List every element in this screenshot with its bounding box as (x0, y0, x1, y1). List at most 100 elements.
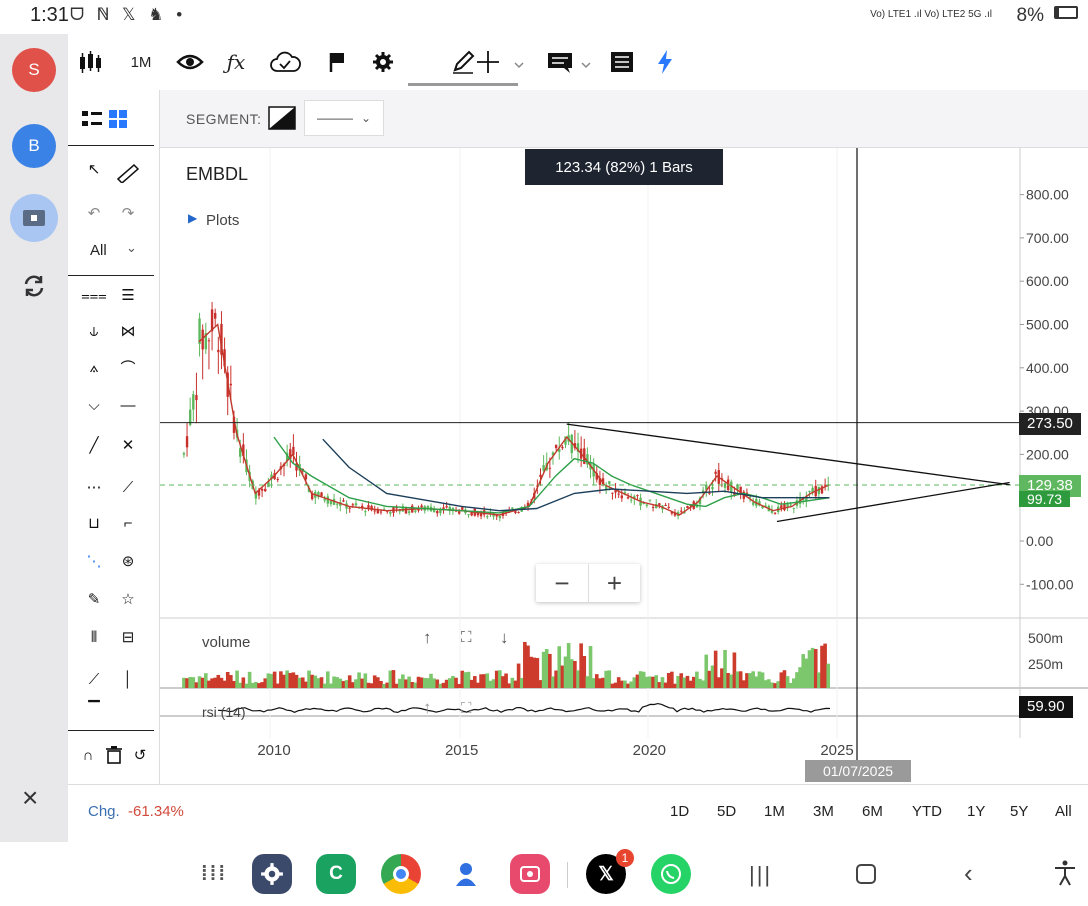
chart-area[interactable]: 800.00 700.00 600.00 500.00 400.00 300.00 200.… (160, 148, 1088, 784)
range-all[interactable]: All (1055, 803, 1072, 820)
horizontal-line-icon[interactable]: — (114, 392, 142, 418)
bars-pattern-icon[interactable]: ⦀ (80, 624, 108, 650)
flag-icon[interactable] (322, 44, 352, 80)
zoom-in-button[interactable]: + (588, 564, 640, 602)
dotted-lines-icon[interactable]: ⋯ (80, 474, 108, 500)
maximize-icon[interactable]: ⛶ (461, 700, 472, 717)
ruler-icon[interactable] (114, 160, 142, 186)
redo-icon[interactable]: ↷ (114, 200, 142, 226)
v-shape-icon[interactable]: ⌵ (80, 392, 108, 418)
screen-recorder-app-icon[interactable] (510, 854, 550, 894)
volume-bar (488, 680, 493, 688)
arrow-down-icon[interactable]: ↓ (500, 628, 509, 648)
text-line-icon[interactable]: ▔ (80, 696, 108, 722)
cursor-icon[interactable]: ↖ (80, 156, 108, 182)
comment-icon[interactable] (544, 44, 600, 80)
phone-app-icon[interactable]: C (316, 854, 356, 894)
range-1m[interactable]: 1M (764, 803, 785, 820)
undo-icon[interactable]: ↶ (80, 200, 108, 226)
chart-canvas[interactable]: 800.00700.00600.00500.00400.00300.00200.… (160, 148, 1088, 784)
range-3m[interactable]: 3M (813, 803, 834, 820)
volume-bar (673, 683, 677, 688)
candles-icon[interactable] (74, 44, 106, 80)
ramp-icon[interactable]: ⌐ (114, 510, 142, 536)
gann-icon[interactable]: ⊛ (114, 548, 142, 574)
candle-body (711, 486, 714, 490)
plots-toggle[interactable]: Plots (206, 212, 239, 229)
flash-icon[interactable] (650, 44, 680, 80)
sync-icon[interactable] (20, 272, 48, 300)
candle-body (486, 516, 489, 518)
magnet-icon[interactable]: ∩ (74, 742, 102, 768)
settings-app-icon[interactable] (252, 854, 292, 894)
line-style-value: ——— (317, 111, 353, 125)
recents-icon[interactable]: ||| (749, 862, 772, 888)
interval-button[interactable]: 1M (124, 44, 158, 80)
fan-icon[interactable]: ⟑ (80, 354, 108, 380)
brush-icon[interactable]: ✎ (80, 586, 108, 612)
line-style-select[interactable]: ——— ⌄ (304, 100, 384, 136)
range-5y[interactable]: 5Y (1010, 803, 1028, 820)
pitchfork-icon[interactable]: ⫝ (80, 318, 108, 344)
eye-icon[interactable] (174, 44, 206, 80)
arrow-up-icon[interactable]: ↑ (423, 628, 432, 648)
bracket-icon[interactable]: ⊔ (80, 510, 108, 536)
range-ytd[interactable]: YTD (912, 803, 942, 820)
ray-icon[interactable]: ⟋ (114, 474, 142, 500)
reset-icon[interactable]: ↺ (126, 742, 154, 768)
tool-filter[interactable]: All (90, 242, 107, 259)
list-view-icon[interactable] (78, 106, 106, 132)
fx-icon[interactable]: ƒx (220, 44, 252, 80)
volume-bar (457, 683, 461, 688)
accessibility-icon[interactable] (1053, 860, 1077, 891)
table-icon[interactable]: ⊟ (114, 624, 142, 650)
crosshair-icon[interactable] (472, 44, 532, 80)
chevron-down-icon[interactable]: ⌄ (126, 240, 137, 256)
range-1y[interactable]: 1Y (967, 803, 985, 820)
arrow-up-icon[interactable]: ↑ (423, 698, 432, 718)
volume-bar (660, 677, 665, 688)
vertical-line-icon[interactable]: │ (114, 666, 142, 692)
cloud-icon[interactable] (268, 44, 302, 80)
candle-body (808, 490, 811, 492)
back-icon[interactable]: ‹ (964, 858, 973, 889)
lock-screen-button[interactable] (10, 194, 58, 242)
avatar-s[interactable]: S (12, 48, 56, 92)
contacts-app-icon[interactable] (446, 854, 486, 894)
arc-icon[interactable]: ⌒ (114, 354, 142, 380)
volume-tick-label: 500m (1028, 630, 1063, 646)
volume-bar (785, 676, 790, 688)
measure-icon[interactable]: ⋱ (80, 548, 108, 574)
candle-body (364, 511, 367, 513)
range-1d[interactable]: 1D (670, 803, 689, 820)
chrome-app-icon[interactable] (381, 854, 421, 894)
range-6m[interactable]: 6M (862, 803, 883, 820)
home-icon[interactable] (856, 864, 876, 884)
fib-icon[interactable]: ⩶ (80, 282, 108, 308)
trash-icon[interactable] (100, 742, 128, 768)
volume-bar (620, 680, 624, 688)
zoom-out-button[interactable]: − (536, 564, 588, 602)
crossline-icon[interactable]: ✕ (114, 432, 142, 458)
app-grid-icon[interactable]: ⁞⁞⁞ (194, 854, 234, 894)
notification-badge: 1 (616, 849, 634, 867)
notes-icon[interactable] (606, 44, 638, 80)
candle-body (389, 511, 392, 514)
trendline-icon[interactable]: ╱ (80, 432, 108, 458)
zigzag-icon[interactable]: ⟋ (80, 666, 108, 692)
pattern-icon[interactable]: ⋈ (114, 318, 142, 344)
volume-bar (501, 676, 505, 688)
color-swatch[interactable] (268, 106, 296, 130)
channel-icon[interactable]: ☰ (114, 282, 142, 308)
whatsapp-app-icon[interactable] (651, 854, 691, 894)
range-5d[interactable]: 5D (717, 803, 736, 820)
avatar-b[interactable]: B (12, 124, 56, 168)
triangle-right-icon[interactable]: ▶ (188, 211, 197, 225)
maximize-icon[interactable]: ⛶ (461, 629, 472, 646)
gear-icon[interactable] (368, 44, 398, 80)
price-tag-ma: 99.73 (1019, 491, 1071, 507)
grid-view-icon[interactable] (104, 106, 132, 132)
star-icon[interactable]: ☆ (114, 586, 142, 612)
candle-body (342, 500, 345, 502)
close-icon[interactable]: × (22, 782, 38, 814)
